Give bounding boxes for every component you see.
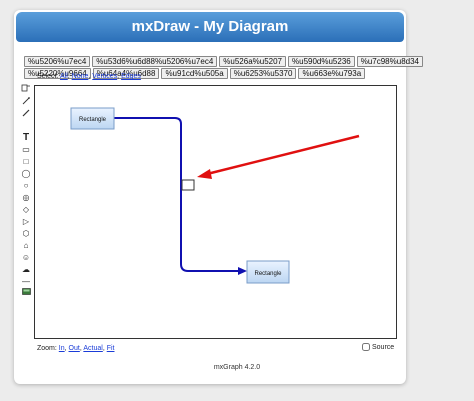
toolbar-button-redo[interactable]: %u91cd%u505a [161, 68, 228, 79]
select-none-link[interactable]: None [72, 73, 89, 80]
toolbar-button-paste[interactable]: %u7c98%u8d34 [356, 56, 423, 67]
diagonal-line-icon[interactable] [19, 108, 33, 118]
toolbar-button-show[interactable]: %u663e%u793a [298, 68, 366, 79]
square-icon[interactable]: □ [19, 156, 33, 166]
connect-icon[interactable] [19, 84, 33, 94]
window-title: mxDraw - My Diagram [16, 12, 404, 42]
hline-icon[interactable]: — [19, 276, 33, 286]
zoom-out-link[interactable]: Out [69, 345, 80, 352]
text-icon[interactable]: T [19, 132, 33, 143]
cloud-icon[interactable]: ☁ [19, 264, 33, 274]
circle-icon[interactable]: ○ [19, 180, 33, 190]
vertex-rectangle-2[interactable]: Rectangle [246, 260, 290, 284]
edge-arrowhead [238, 267, 247, 275]
source-toggle[interactable]: Source [362, 343, 394, 351]
annotation-arrowhead [197, 169, 212, 179]
select-vertices-link[interactable]: Vertices [92, 73, 117, 80]
vertex-rectangle-1[interactable]: Rectangle [70, 107, 115, 130]
select-bar: Select: All, None, Vertices, Edges [37, 73, 141, 80]
toolbar-row-1: %u5206%u7ec4 %u53d6%u6d88%u5206%u7ec4 %u… [24, 56, 423, 67]
zoom-label: Zoom: [37, 345, 57, 352]
toolbar-button-print[interactable]: %u6253%u5370 [229, 68, 297, 79]
zoom-in-link[interactable]: In [59, 345, 65, 352]
triangle-icon[interactable]: ▷ [19, 216, 33, 226]
select-label: Select: [37, 73, 59, 80]
ellipse-icon[interactable]: ◯ [19, 168, 33, 178]
select-edges-link[interactable]: Edges [121, 73, 141, 80]
connector-edge[interactable] [113, 117, 243, 272]
version-footer: mxGraph 4.2.0 [213, 364, 261, 371]
toolbar-button-ungroup[interactable]: %u53d6%u6d88%u5206%u7ec4 [92, 56, 218, 67]
image-icon[interactable] [19, 286, 33, 296]
source-checkbox[interactable] [362, 343, 370, 351]
zoom-fit-link[interactable]: Fit [107, 345, 115, 352]
select-all-link[interactable]: All [60, 73, 68, 80]
zoom-bar: Zoom: In, Out, Actual, Fit [37, 345, 115, 352]
annotation-arrow [206, 134, 360, 176]
toolbar-button-group[interactable]: %u5206%u7ec4 [24, 56, 91, 67]
actor-icon[interactable]: ☺ [19, 252, 33, 262]
diagram-canvas[interactable]: Rectangle Rectangle [34, 85, 397, 339]
vertex-rectangle-1-label: Rectangle [79, 117, 107, 123]
double-ellipse-icon[interactable]: ◎ [19, 192, 33, 202]
rectangle-icon[interactable]: ▭ [19, 144, 33, 154]
toolbar-button-copy[interactable]: %u590d%u5236 [288, 56, 355, 67]
hexagon-icon[interactable]: ⬡ [19, 228, 33, 238]
line-icon[interactable] [19, 96, 33, 106]
source-label: Source [372, 343, 395, 351]
vertex-rectangle-2-label: Rectangle [254, 271, 282, 277]
toolbar-button-cut[interactable]: %u526a%u5207 [219, 56, 286, 67]
zoom-actual-link[interactable]: Actual [83, 345, 102, 352]
cylinder-icon[interactable]: ⌂ [19, 240, 33, 250]
vertex-small-box[interactable] [181, 179, 195, 191]
rhombus-icon[interactable]: ◇ [19, 204, 33, 214]
